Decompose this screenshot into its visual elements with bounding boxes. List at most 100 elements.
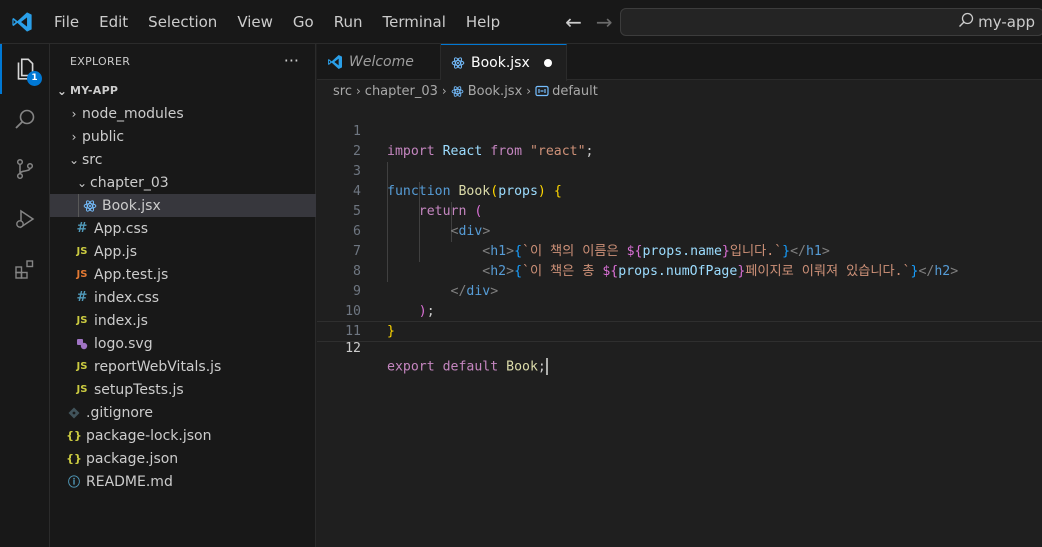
code-line-7: 7 <h2>{`이 책은 총 ${props.numOfPage}페이지로 이뤄… <box>317 222 1042 279</box>
tree-item-label: App.css <box>94 220 149 237</box>
react-icon <box>451 85 464 98</box>
javascript-icon: JS <box>76 384 88 395</box>
editor-tabs: Welcome Book.jsx <box>317 44 1042 81</box>
code-line-2: 2 <box>317 122 1042 159</box>
punctuation: ; <box>537 359 546 375</box>
workspace-name: my-app <box>978 13 1035 31</box>
breadcrumb: src › chapter_03 › Book.jsx › default <box>317 80 1042 102</box>
tree-item-setup-tests[interactable]: JS setupTests.js <box>50 378 316 401</box>
more-actions-icon[interactable]: ··· <box>284 51 299 70</box>
tree-item-label: .gitignore <box>86 404 153 421</box>
tree-item-chapter-03[interactable]: ⌄ chapter_03 <box>50 171 316 194</box>
search-icon <box>15 109 35 129</box>
code-line-8: 8 </div> <box>317 242 1042 299</box>
tree-item-label: public <box>82 128 125 145</box>
tree-item-label: index.css <box>94 289 160 306</box>
menu-view[interactable]: View <box>227 0 283 44</box>
run-debug-icon <box>16 209 35 229</box>
tab-label: Welcome <box>349 54 414 70</box>
test-javascript-icon: JS <box>76 269 88 280</box>
tree-item-index-css[interactable]: # index.css <box>50 286 316 309</box>
menu-edit[interactable]: Edit <box>89 0 138 44</box>
vscode-logo-icon <box>0 0 44 44</box>
tree-item-report-web-vitals[interactable]: JS reportWebVitals.js <box>50 355 316 378</box>
code-line-12: 12 export default Book; <box>317 321 1042 375</box>
menu-run[interactable]: Run <box>324 0 373 44</box>
symbol-variable-icon <box>535 85 549 97</box>
explorer-activity[interactable]: 1 <box>0 44 50 94</box>
navigation-arrows: ← → <box>565 12 613 32</box>
title-bar: File Edit Selection View Go Run Terminal… <box>0 0 1042 44</box>
tree-item-package-json[interactable]: {} package.json <box>50 447 316 470</box>
forward-arrow-icon[interactable]: → <box>596 12 613 32</box>
extensions-activity[interactable] <box>0 244 50 294</box>
menu-go[interactable]: Go <box>283 0 324 44</box>
unsaved-dot-icon[interactable] <box>544 59 552 67</box>
search-activity[interactable] <box>0 94 50 144</box>
css-icon: # <box>76 221 88 236</box>
tree-item-app-css[interactable]: # App.css <box>50 217 316 240</box>
breadcrumb-chapter-03[interactable]: chapter_03 <box>365 84 438 99</box>
command-center-search[interactable]: my-app <box>620 8 1042 36</box>
tree-item-label: src <box>82 151 103 168</box>
tree-item-label: package.json <box>86 450 179 467</box>
chevron-right-icon: › <box>526 84 532 98</box>
activity-bar: 1 <box>0 44 50 547</box>
code-line-4: 4 return ( <box>317 162 1042 219</box>
tab-welcome[interactable]: Welcome <box>317 44 441 80</box>
source-control-activity[interactable] <box>0 144 50 194</box>
react-icon <box>82 199 98 213</box>
tree-item-app-test-js[interactable]: JS App.test.js <box>50 263 316 286</box>
tree-item-label: logo.svg <box>94 335 153 352</box>
chevron-down-icon: ⌄ <box>68 152 80 167</box>
code-line-3: 3 function Book(props) { <box>317 142 1042 199</box>
tree-item-label: node_modules <box>82 105 184 122</box>
project-root[interactable]: ⌄ MY-APP <box>50 79 316 102</box>
tree-item-label: package-lock.json <box>86 427 212 444</box>
tree-item-logo-svg[interactable]: logo.svg <box>50 332 316 355</box>
tree-item-app-js[interactable]: JS App.js <box>50 240 316 263</box>
tree-item-package-lock-json[interactable]: {} package-lock.json <box>50 424 316 447</box>
back-arrow-icon[interactable]: ← <box>565 12 582 32</box>
menu-file[interactable]: File <box>44 0 89 44</box>
javascript-icon: JS <box>76 361 88 372</box>
chevron-right-icon: › <box>355 84 361 98</box>
tree-item-node-modules[interactable]: › node_modules <box>50 102 316 125</box>
tree-item-index-js[interactable]: JS index.js <box>50 309 316 332</box>
text-cursor <box>545 358 548 375</box>
code-line-10: 10 } <box>317 282 1042 339</box>
javascript-icon: JS <box>76 315 88 326</box>
explorer-sidebar: EXPLORER ··· ⌄ MY-APP › node_modules › p… <box>50 44 316 547</box>
tree-item-label: index.js <box>94 312 148 329</box>
extensions-icon <box>15 260 34 279</box>
explorer-badge: 1 <box>27 71 42 86</box>
keyword: export <box>387 359 435 375</box>
tree-item-book-jsx[interactable]: Book.jsx <box>50 194 316 217</box>
menu-selection[interactable]: Selection <box>138 0 227 44</box>
breadcrumb-default[interactable]: default <box>552 84 598 99</box>
info-icon: ⓘ <box>67 475 80 489</box>
chevron-right-icon: › <box>441 84 447 98</box>
search-icon <box>958 12 974 32</box>
breadcrumb-src[interactable]: src <box>333 84 352 99</box>
css-icon: # <box>76 290 88 305</box>
tree-item-public[interactable]: › public <box>50 125 316 148</box>
breadcrumb-book-jsx[interactable]: Book.jsx <box>468 84 523 99</box>
svg-icon <box>74 338 90 350</box>
menu-bar: File Edit Selection View Go Run Terminal… <box>44 0 510 44</box>
menu-terminal[interactable]: Terminal <box>373 0 456 44</box>
explorer-header: EXPLORER ··· <box>50 44 315 79</box>
indent-guide <box>78 194 79 217</box>
tab-book-jsx[interactable]: Book.jsx <box>441 44 567 81</box>
code-editor[interactable]: 1 import React from "react"; 2 3 functio… <box>317 102 1042 547</box>
json-icon: {} <box>66 429 82 442</box>
tree-item-src[interactable]: ⌄ src <box>50 148 316 171</box>
source-control-icon <box>16 158 34 180</box>
run-debug-activity[interactable] <box>0 194 50 244</box>
chevron-down-icon: ⌄ <box>56 83 68 98</box>
menu-help[interactable]: Help <box>456 0 510 44</box>
tree-item-gitignore[interactable]: .gitignore <box>50 401 316 424</box>
code-line-5: 5 <div> <box>317 182 1042 239</box>
tree-item-label: README.md <box>86 473 173 490</box>
tree-item-readme[interactable]: ⓘ README.md <box>50 470 316 493</box>
